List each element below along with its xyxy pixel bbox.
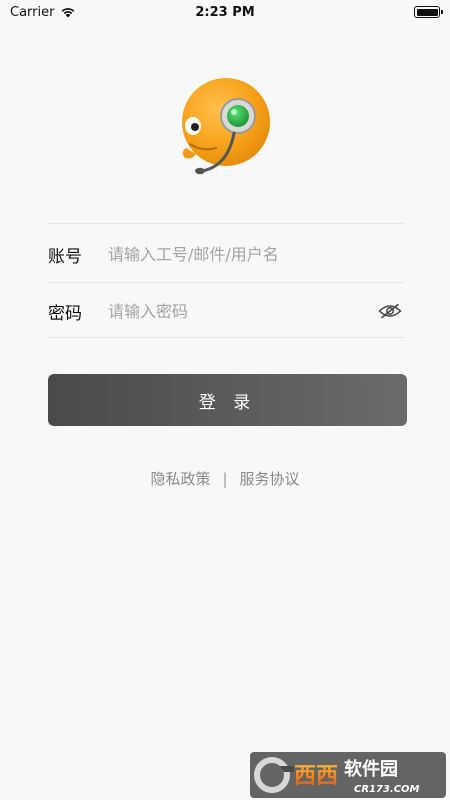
password-input[interactable] bbox=[108, 291, 375, 331]
login-button[interactable]: 登 录 bbox=[48, 374, 407, 426]
battery-fill bbox=[416, 8, 438, 16]
password-divider bbox=[48, 337, 405, 338]
account-row: 账号 bbox=[48, 226, 405, 282]
watermark-logo: 西西 软件园 CR173.COM bbox=[250, 752, 446, 798]
form-top-divider bbox=[48, 223, 405, 224]
carrier-label: Carrier bbox=[10, 4, 55, 20]
privacy-policy-link[interactable]: 隐私政策 bbox=[150, 468, 210, 489]
password-visibility-toggle[interactable] bbox=[375, 296, 405, 326]
status-bar: Carrier 2:23 PM bbox=[0, 0, 450, 24]
link-separator: | bbox=[222, 469, 228, 488]
terms-of-service-link[interactable]: 服务协议 bbox=[240, 468, 300, 489]
svg-text:CR173.COM: CR173.COM bbox=[354, 784, 420, 795]
password-row: 密码 bbox=[48, 283, 405, 339]
app-logo bbox=[182, 78, 270, 175]
policy-links: 隐私政策 | 服务协议 bbox=[0, 468, 450, 489]
account-label: 账号 bbox=[48, 246, 82, 267]
svg-text:软件园: 软件园 bbox=[344, 758, 398, 780]
wifi-icon bbox=[62, 8, 75, 18]
svg-text:西西: 西西 bbox=[294, 764, 338, 789]
password-label: 密码 bbox=[48, 303, 82, 324]
account-input[interactable] bbox=[108, 234, 405, 274]
eye-hidden-icon bbox=[378, 303, 402, 319]
login-screen: Carrier 2:23 PM 账号 请输入工号/邮件/用户名 密码 登 录 隐… bbox=[0, 0, 450, 800]
battery-icon bbox=[414, 6, 443, 18]
